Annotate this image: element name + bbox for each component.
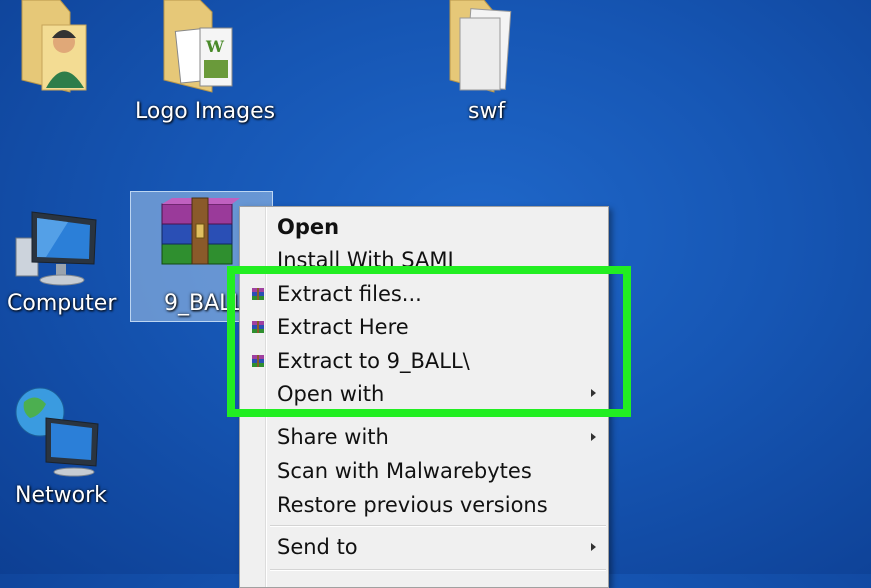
submenu-arrow-icon	[591, 543, 596, 551]
menu-item-scan-with-malwarebytes[interactable]: Scan with Malwarebytes	[277, 459, 532, 483]
menu-separator	[270, 525, 606, 526]
menu-separator	[270, 569, 606, 570]
folder-icon[interactable]: W	[160, 0, 240, 95]
desktop-icon-label[interactable]: swf	[468, 99, 505, 124]
menu-item-send-to[interactable]: Send to	[277, 535, 358, 559]
menu-item-open[interactable]: Open	[277, 215, 339, 239]
submenu-arrow-icon	[591, 433, 596, 441]
network-icon[interactable]	[10, 382, 100, 477]
desktop-icon-label[interactable]: Computer	[7, 291, 116, 316]
desktop-icon-label[interactable]: Network	[15, 483, 107, 508]
desktop: { "desktop": { "icons": [ {"label": "Log…	[0, 0, 871, 588]
menu-item-share-with[interactable]: Share with	[277, 425, 389, 449]
folder-icon[interactable]	[446, 0, 516, 95]
desktop-icon-label[interactable]: Logo Images	[135, 99, 275, 124]
computer-icon[interactable]	[10, 208, 100, 288]
annotation-highlight-box	[227, 266, 631, 417]
winrar-archive-icon[interactable]	[158, 196, 240, 270]
user-folder-icon[interactable]	[20, 0, 90, 95]
menu-item-restore-previous-versions[interactable]: Restore previous versions	[277, 493, 548, 517]
svg-text:W: W	[205, 37, 225, 56]
